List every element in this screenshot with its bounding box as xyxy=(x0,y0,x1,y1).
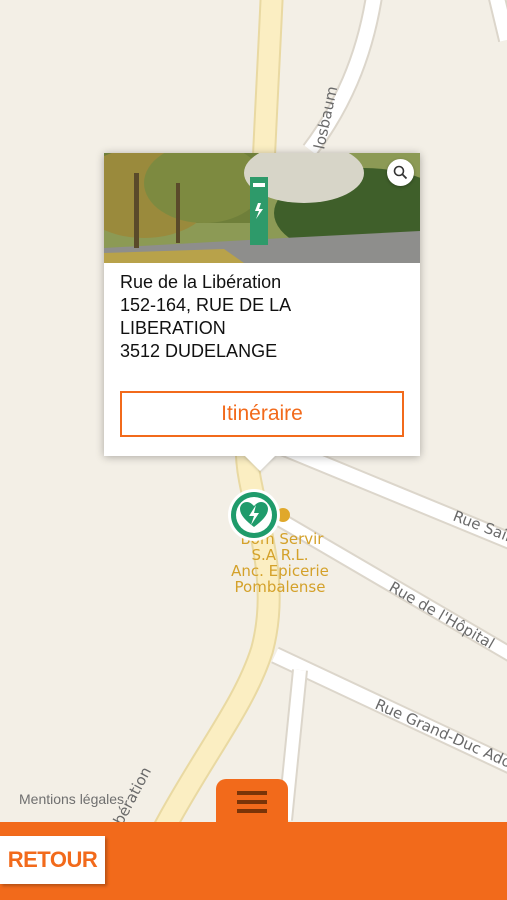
back-button[interactable]: RETOUR xyxy=(0,836,105,884)
city-line: 3512 DUDELANGE xyxy=(120,341,278,361)
aed-map-marker[interactable] xyxy=(226,487,282,543)
zoom-photo-button[interactable] xyxy=(387,159,414,186)
location-popup: Rue de la Libération 152-164, RUE DE LA … xyxy=(104,153,420,456)
location-photo[interactable] xyxy=(104,153,420,263)
menu-button[interactable] xyxy=(216,779,288,825)
popup-pointer xyxy=(244,455,276,471)
magnifier-icon xyxy=(393,165,408,180)
address-block: Rue de la Libération 152-164, RUE DE LA … xyxy=(120,271,410,363)
poi-label-line4: Pombalense xyxy=(235,578,326,596)
itinerary-button[interactable]: Itinéraire xyxy=(120,391,404,437)
defibrillator-heart-icon xyxy=(228,489,280,541)
address-line2: LIBERATION xyxy=(120,318,226,338)
legal-notice-link[interactable]: Mentions légales xyxy=(19,791,124,807)
street-name: Rue de la Libération xyxy=(120,272,282,292)
address-line1: 152-164, RUE DE LA xyxy=(120,295,292,315)
hamburger-menu-icon xyxy=(237,791,267,813)
